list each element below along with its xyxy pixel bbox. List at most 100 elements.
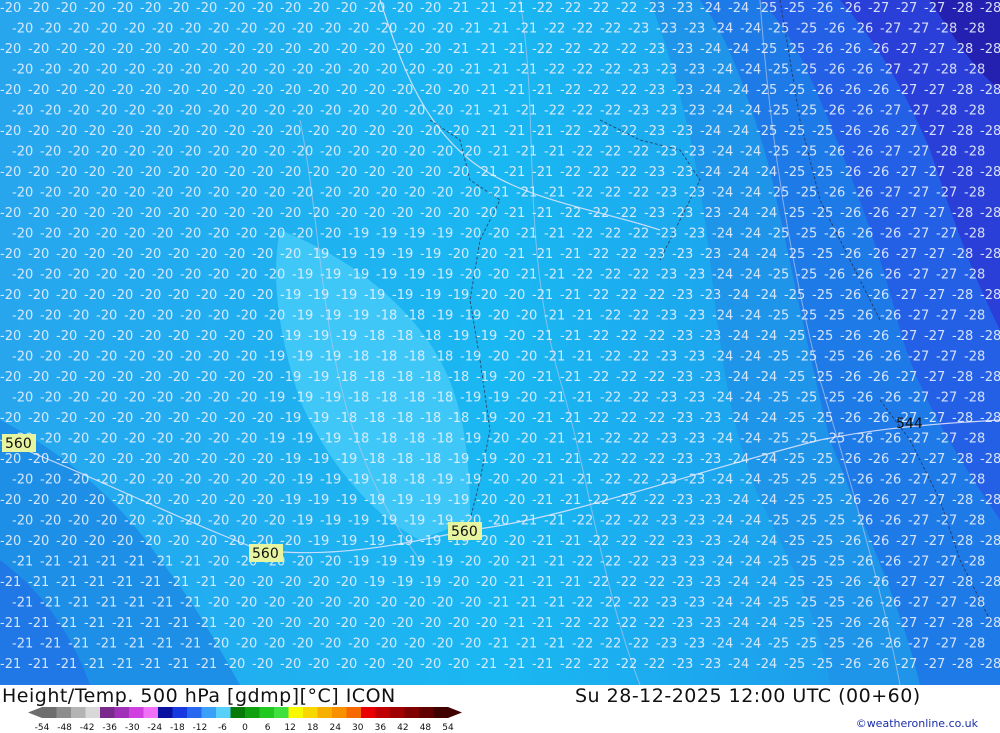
temperature-label: -27 xyxy=(908,596,929,611)
temperature-label: -20 xyxy=(68,186,89,201)
temperature-label: -25 xyxy=(784,657,805,672)
temperature-label: -28 xyxy=(980,370,1000,385)
temperature-label: -23 xyxy=(672,616,693,631)
temperature-label: -21 xyxy=(140,616,161,631)
temperature-label: -20 xyxy=(196,165,217,180)
temperature-label: -19 xyxy=(476,411,497,426)
temperature-label: -26 xyxy=(852,637,873,652)
temperature-label: -20 xyxy=(84,411,105,426)
temperature-label: -21 xyxy=(544,514,565,529)
temperature-label: -28 xyxy=(952,288,973,303)
scale-color-cell xyxy=(172,707,188,718)
temperature-label: -24 xyxy=(728,411,749,426)
temperature-label: -20 xyxy=(124,432,145,447)
temperature-label: -23 xyxy=(684,186,705,201)
temperature-label: -20 xyxy=(168,370,189,385)
temperature-label: -20 xyxy=(96,514,117,529)
temperature-label: -19 xyxy=(432,473,453,488)
temperature-label: -25 xyxy=(784,575,805,590)
temperature-label: -20 xyxy=(364,83,385,98)
temperature-label: -18 xyxy=(336,370,357,385)
temperature-label: -22 xyxy=(572,514,593,529)
temperature-label: -22 xyxy=(628,309,649,324)
temperature-label: -20 xyxy=(404,63,425,78)
temperature-label: -24 xyxy=(740,268,761,283)
temperature-label: -21 xyxy=(572,432,593,447)
scale-color-cell xyxy=(317,707,333,718)
temperature-label: -19 xyxy=(280,288,301,303)
temperature-label: -21 xyxy=(152,596,173,611)
credit-link[interactable]: ©weatheronline.co.uk xyxy=(856,717,978,730)
temperature-label: -20 xyxy=(140,247,161,262)
temperature-label: -20 xyxy=(84,288,105,303)
temperature-label: -24 xyxy=(728,206,749,221)
temperature-label: -20 xyxy=(280,165,301,180)
temperature-label: -20 xyxy=(124,391,145,406)
temperature-label: -20 xyxy=(460,145,481,160)
temperature-label: -22 xyxy=(644,534,665,549)
temperature-label: -22 xyxy=(588,124,609,139)
temperature-label: -24 xyxy=(756,370,777,385)
temperature-label: -20 xyxy=(0,370,21,385)
temperature-label: -20 xyxy=(336,657,357,672)
temperature-label: -22 xyxy=(644,575,665,590)
temperature-label: -21 xyxy=(180,596,201,611)
temperature-label: -22 xyxy=(560,206,581,221)
temperature-label: -20 xyxy=(264,186,285,201)
temperature-label: -21 xyxy=(560,288,581,303)
temperature-label: -27 xyxy=(924,206,945,221)
temperature-label: -28 xyxy=(964,432,985,447)
temperature-label: -18 xyxy=(420,370,441,385)
temperature-label: -20 xyxy=(460,186,481,201)
temperature-label: -28 xyxy=(980,452,1000,467)
temperature-label: -25 xyxy=(812,247,833,262)
temperature-label: -27 xyxy=(896,42,917,57)
temperature-label: -20 xyxy=(224,42,245,57)
temperature-label: -26 xyxy=(880,473,901,488)
temperature-label: -28 xyxy=(952,124,973,139)
temperature-label: -20 xyxy=(140,83,161,98)
temperature-label: -21 xyxy=(544,227,565,242)
temperature-label: -21 xyxy=(168,575,189,590)
temperature-label: -23 xyxy=(684,350,705,365)
temperature-label: -22 xyxy=(572,637,593,652)
temperature-label: -20 xyxy=(280,206,301,221)
temperature-label: -21 xyxy=(544,596,565,611)
temperature-label: -22 xyxy=(628,473,649,488)
temperature-label: -22 xyxy=(600,514,621,529)
temperature-label: -23 xyxy=(644,206,665,221)
temperature-label: -19 xyxy=(420,493,441,508)
temperature-label: -27 xyxy=(936,473,957,488)
temperature-label: -28 xyxy=(952,493,973,508)
temperature-label: -27 xyxy=(908,514,929,529)
temperature-label: -20 xyxy=(448,124,469,139)
temperature-label: -21 xyxy=(196,575,217,590)
temperature-label: -26 xyxy=(880,268,901,283)
temperature-label: -27 xyxy=(908,555,929,570)
temperature-label: -27 xyxy=(924,329,945,344)
scale-right-arrow xyxy=(448,707,462,718)
temperature-label: -19 xyxy=(292,391,313,406)
temperature-label: -21 xyxy=(516,555,537,570)
temperature-label: -27 xyxy=(908,63,929,78)
temperature-label: -21 xyxy=(448,1,469,16)
temperature-label: -21 xyxy=(96,596,117,611)
temperature-label: -20 xyxy=(460,268,481,283)
temperature-label: -20 xyxy=(336,616,357,631)
temperature-label: -22 xyxy=(616,165,637,180)
temperature-label: -25 xyxy=(824,596,845,611)
scale-color-cell xyxy=(42,707,57,718)
temperature-label: -22 xyxy=(588,288,609,303)
temperature-label: -19 xyxy=(292,473,313,488)
temperature-label: -26 xyxy=(868,534,889,549)
temperature-label: -23 xyxy=(684,432,705,447)
temperature-label: -24 xyxy=(728,370,749,385)
temperature-label: -20 xyxy=(404,186,425,201)
temperature-label: -20 xyxy=(208,104,229,119)
temperature-label: -23 xyxy=(656,473,677,488)
temperature-label: -21 xyxy=(532,657,553,672)
temperature-label: -22 xyxy=(600,555,621,570)
temperature-label: -22 xyxy=(600,22,621,37)
temperature-label: -26 xyxy=(852,309,873,324)
temperature-label: -26 xyxy=(824,268,845,283)
